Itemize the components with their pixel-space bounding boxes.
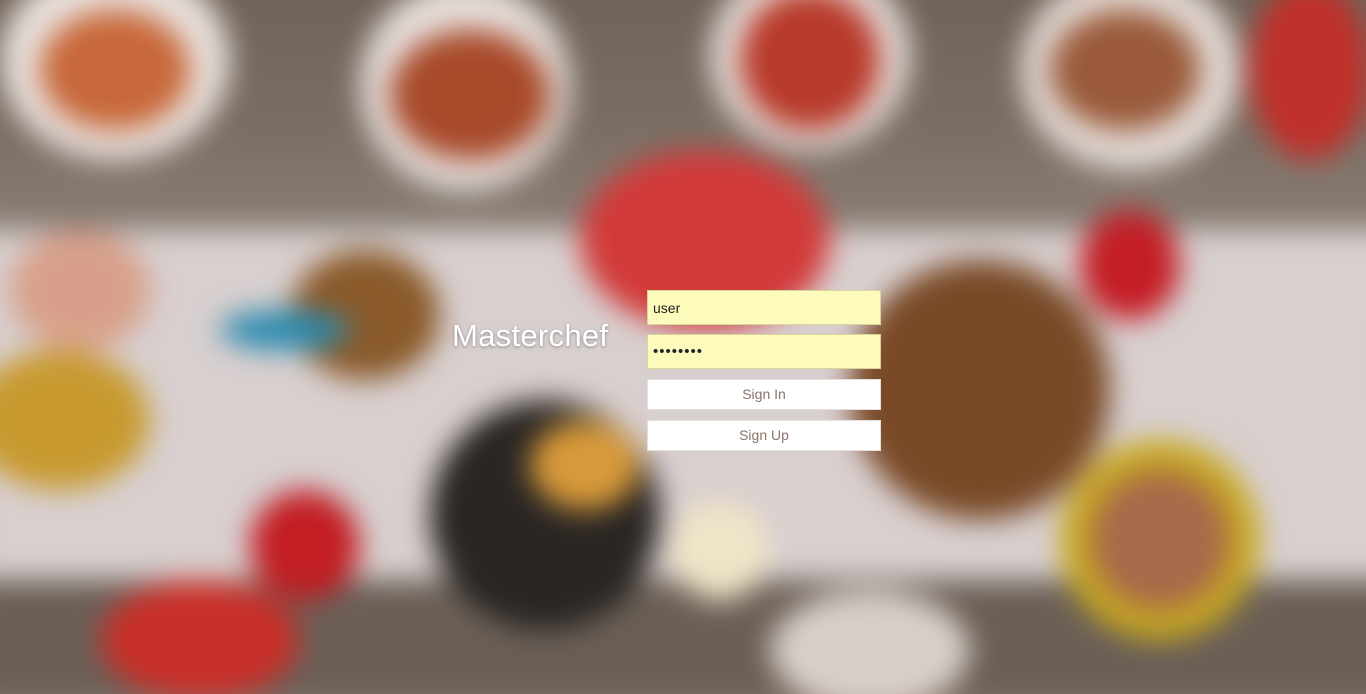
username-input[interactable] xyxy=(647,290,881,325)
password-input[interactable] xyxy=(647,334,881,369)
login-page: Masterchef Sign In Sign Up xyxy=(0,0,1366,694)
brand-title: Masterchef xyxy=(452,318,609,353)
sign-in-button[interactable]: Sign In xyxy=(647,379,881,410)
login-form: Masterchef Sign In Sign Up xyxy=(0,0,1366,694)
sign-up-button[interactable]: Sign Up xyxy=(647,420,881,451)
